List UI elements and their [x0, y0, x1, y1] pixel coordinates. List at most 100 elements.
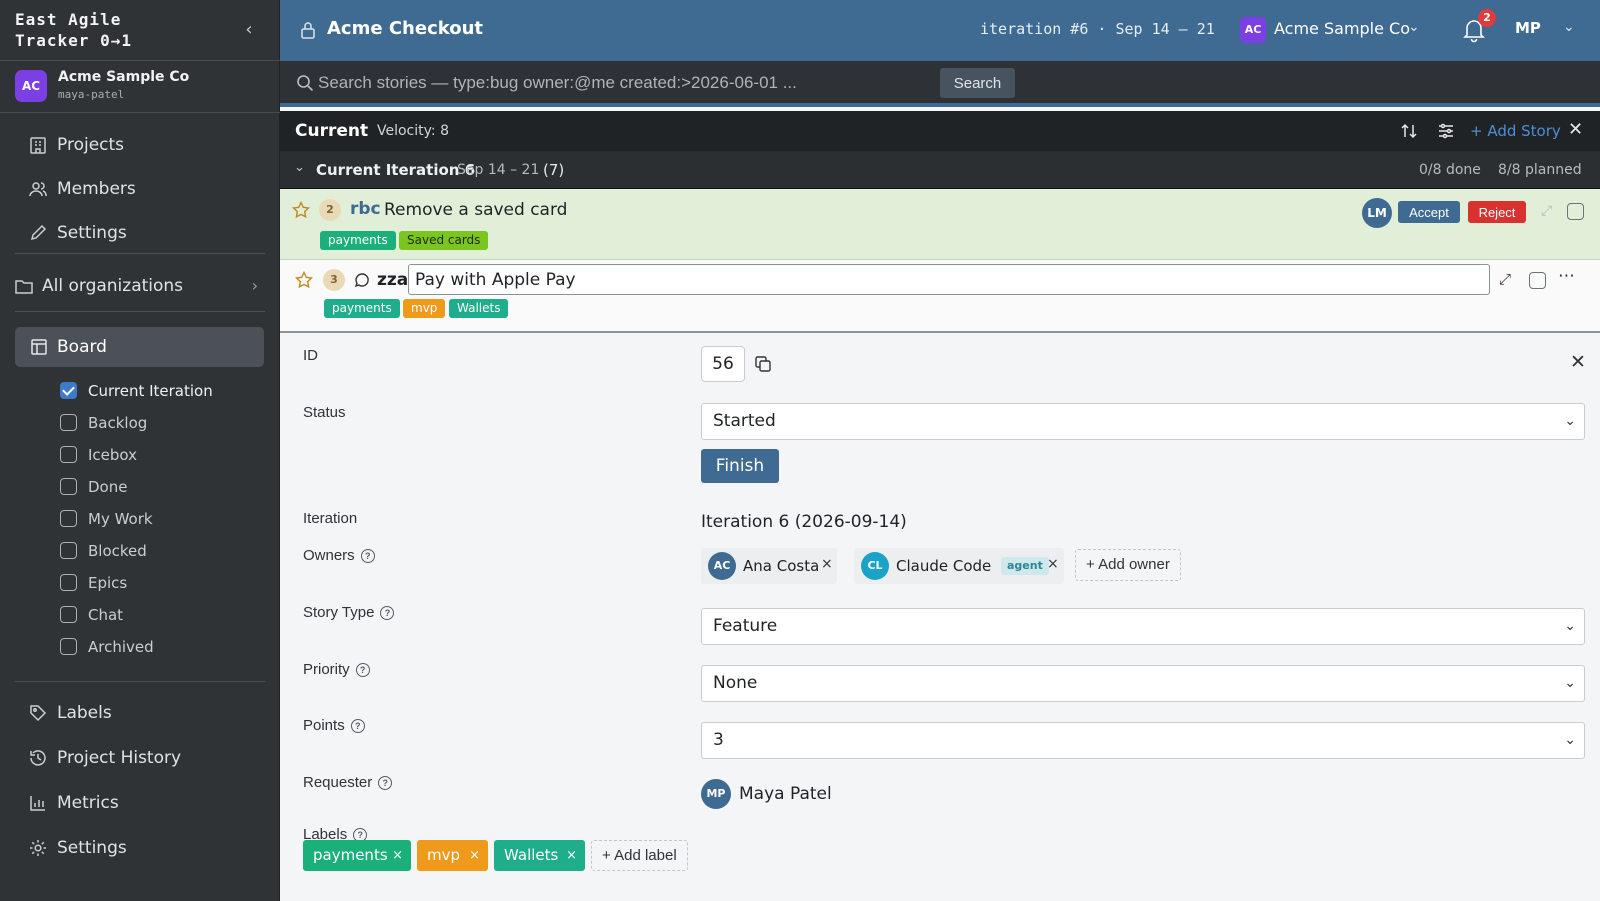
- remove-owner-icon[interactable]: ×: [821, 556, 833, 572]
- sidebar-item-label: Projects: [57, 135, 125, 155]
- story-abbr: zza: [377, 270, 409, 290]
- help-icon[interactable]: ?: [360, 549, 375, 563]
- iteration-header[interactable]: ⌄ Current Iteration 6 Sep 14 – 21 (7) 0/…: [280, 151, 1600, 189]
- top-bar: Acme Checkout iteration #6 · Sep 14 – 21…: [280, 0, 1600, 61]
- board-filter-current-iteration[interactable]: Current Iteration: [60, 379, 260, 403]
- iteration-planned: 8/8 planned: [1498, 162, 1582, 178]
- select-checkbox[interactable]: [1529, 272, 1546, 289]
- star-icon[interactable]: [295, 271, 313, 289]
- checkbox[interactable]: [60, 382, 77, 399]
- checkbox[interactable]: [60, 510, 77, 527]
- filter-icon[interactable]: [1437, 122, 1455, 140]
- checkbox[interactable]: [60, 574, 77, 591]
- sidebar-item-settings-bottom[interactable]: Settings: [0, 828, 280, 868]
- star-icon[interactable]: [292, 201, 310, 219]
- field-label-iteration: Iteration: [303, 510, 358, 527]
- checkbox[interactable]: [60, 606, 77, 623]
- sidebar-item-label: All organizations: [42, 276, 184, 296]
- search-input[interactable]: [318, 69, 898, 97]
- checkbox[interactable]: [60, 542, 77, 559]
- story-id[interactable]: 56: [701, 346, 745, 382]
- chevron-down-icon[interactable]: ⌄: [294, 160, 305, 175]
- checkbox[interactable]: [60, 478, 77, 495]
- board-filter-icebox[interactable]: Icebox: [60, 443, 260, 467]
- lock-icon: [300, 21, 316, 39]
- org-username: maya-patel: [58, 88, 125, 101]
- search-button[interactable]: Search: [940, 68, 1015, 98]
- board-filter-epics[interactable]: Epics: [60, 571, 260, 595]
- board-filter-my-work[interactable]: My Work: [60, 507, 260, 531]
- help-icon[interactable]: ?: [355, 663, 370, 677]
- status-select[interactable]: Started ⌄: [701, 403, 1585, 440]
- remove-owner-icon[interactable]: ×: [1047, 556, 1059, 572]
- remove-label-icon[interactable]: ×: [392, 840, 403, 871]
- board-filter-archived[interactable]: Archived: [60, 635, 260, 659]
- sidebar-item-labels[interactable]: Labels: [0, 693, 280, 733]
- sidebar-item-members[interactable]: Members: [0, 169, 280, 209]
- points-select[interactable]: 3 ⌄: [701, 722, 1585, 759]
- copy-icon[interactable]: [754, 355, 772, 373]
- story-label[interactable]: payments: [320, 231, 396, 250]
- remove-label-icon[interactable]: ×: [469, 840, 480, 871]
- sidebar-item-metrics[interactable]: Metrics: [0, 783, 280, 823]
- story-label[interactable]: Saved cards: [399, 231, 489, 250]
- owner-chip: CL Claude Code agent ×: [854, 548, 1064, 584]
- board-filter-chat[interactable]: Chat: [60, 603, 260, 627]
- story-abbr: rbc: [350, 199, 381, 219]
- requester-avatar: MP: [701, 779, 731, 809]
- board-filter-backlog[interactable]: Backlog: [60, 411, 260, 435]
- expand-icon[interactable]: ⤢: [1499, 270, 1511, 288]
- org-switcher[interactable]: AC Acme Sample Co maya-patel: [0, 61, 280, 113]
- collapse-sidebar-icon[interactable]: ‹: [240, 19, 258, 41]
- sidebar-item-projects[interactable]: Projects: [0, 125, 280, 165]
- priority-select[interactable]: None ⌄: [701, 665, 1585, 702]
- label-chip-text: payments: [313, 846, 388, 864]
- add-label-button[interactable]: + Add label: [591, 840, 688, 871]
- org-avatar[interactable]: AC: [1240, 17, 1266, 43]
- project-title[interactable]: Acme Checkout: [327, 18, 483, 39]
- checkbox[interactable]: [60, 414, 77, 431]
- add-owner-button[interactable]: + Add owner: [1075, 549, 1181, 581]
- org-selector[interactable]: Acme Sample Co: [1274, 19, 1410, 38]
- story-title[interactable]: Remove a saved card: [384, 200, 567, 220]
- owner-name: Claude Code: [896, 557, 992, 575]
- reject-button[interactable]: Reject: [1468, 201, 1526, 223]
- board-filter-done[interactable]: Done: [60, 475, 260, 499]
- owner-avatar: CL: [861, 552, 889, 580]
- story-title-input[interactable]: [408, 264, 1490, 295]
- story-label[interactable]: Wallets: [449, 299, 509, 318]
- field-label-points: Points?: [303, 717, 365, 734]
- select-checkbox[interactable]: [1567, 203, 1584, 220]
- chevron-down-icon[interactable]: ⌄: [1408, 19, 1420, 35]
- story-label[interactable]: mvp: [403, 299, 446, 318]
- sidebar-item-all-organizations[interactable]: All organizations ›: [0, 266, 280, 306]
- finish-button[interactable]: Finish: [701, 449, 779, 483]
- accept-button[interactable]: Accept: [1398, 201, 1460, 223]
- close-detail-icon[interactable]: ✕: [1570, 351, 1586, 373]
- more-options-icon[interactable]: ⋯: [1558, 266, 1575, 286]
- user-menu[interactable]: MP: [1515, 19, 1541, 37]
- chevron-down-icon[interactable]: ⌄: [1563, 19, 1575, 35]
- story-row[interactable]: 2 rbc Remove a saved card payments Saved…: [280, 189, 1600, 260]
- remove-label-icon[interactable]: ×: [566, 840, 577, 871]
- label-chip-text: Wallets: [504, 846, 559, 864]
- expand-icon[interactable]: ⤢: [1541, 203, 1552, 219]
- checkbox[interactable]: [60, 638, 77, 655]
- help-icon[interactable]: ?: [380, 606, 395, 620]
- help-icon[interactable]: ?: [378, 776, 393, 790]
- story-type-select[interactable]: Feature ⌄: [701, 608, 1585, 645]
- close-panel-icon[interactable]: ✕: [1568, 119, 1583, 140]
- sidebar-item-project-history[interactable]: Project History: [0, 738, 280, 778]
- board-filter-blocked[interactable]: Blocked: [60, 539, 260, 563]
- sidebar-item-settings[interactable]: Settings: [0, 213, 280, 253]
- requester-label-text: Requester: [303, 774, 373, 791]
- sidebar-item-label: Settings: [57, 838, 127, 858]
- comment-icon[interactable]: [354, 272, 370, 288]
- story-label[interactable]: payments: [324, 299, 400, 318]
- sidebar-item-board[interactable]: Board: [15, 327, 264, 367]
- help-icon[interactable]: ?: [350, 719, 365, 733]
- sort-icon[interactable]: [1400, 122, 1418, 140]
- notification-badge: 2: [1478, 9, 1496, 27]
- checkbox[interactable]: [60, 446, 77, 463]
- add-story-button[interactable]: + Add Story: [1470, 122, 1561, 140]
